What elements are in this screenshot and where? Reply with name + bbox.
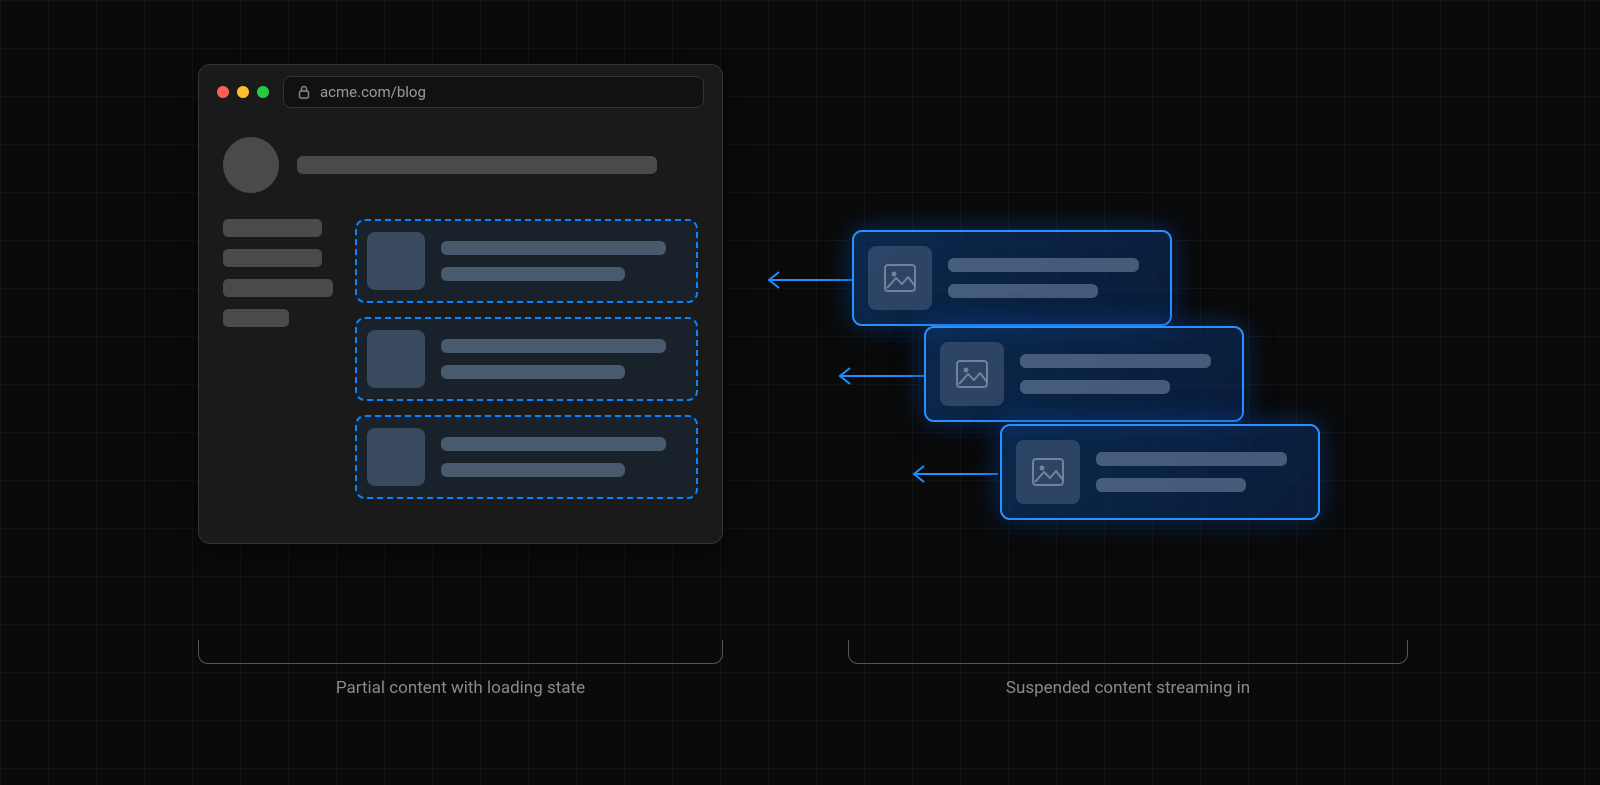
minimize-icon[interactable] bbox=[237, 86, 249, 98]
page-header-skeleton bbox=[223, 137, 698, 193]
text-lines-skeleton bbox=[1096, 452, 1304, 492]
text-lines-skeleton bbox=[1020, 354, 1228, 394]
fullscreen-icon[interactable] bbox=[257, 86, 269, 98]
loading-placeholder-card bbox=[355, 415, 698, 499]
traffic-lights bbox=[217, 86, 269, 98]
arrow-left-icon bbox=[765, 268, 855, 292]
thumbnail-skeleton bbox=[367, 232, 425, 290]
lock-icon bbox=[298, 85, 310, 99]
image-icon bbox=[940, 342, 1004, 406]
avatar-skeleton bbox=[223, 137, 279, 193]
streaming-content-card bbox=[1000, 424, 1320, 520]
titlebar: acme.com/blog bbox=[199, 65, 722, 119]
line-skeleton bbox=[441, 463, 625, 477]
address-bar[interactable]: acme.com/blog bbox=[283, 76, 704, 108]
line-skeleton bbox=[948, 284, 1098, 298]
text-lines-skeleton bbox=[441, 241, 686, 281]
url-text: acme.com/blog bbox=[320, 83, 426, 101]
sidebar-line-skeleton bbox=[223, 279, 333, 297]
text-lines-skeleton bbox=[441, 437, 686, 477]
streaming-cards-stage bbox=[848, 230, 1408, 550]
diagram-canvas: acme.com/blog bbox=[0, 0, 1600, 785]
line-skeleton bbox=[948, 258, 1139, 272]
thumbnail-skeleton bbox=[367, 428, 425, 486]
bracket-icon bbox=[198, 640, 723, 664]
sidebar-skeleton bbox=[223, 219, 333, 499]
line-skeleton bbox=[441, 241, 666, 255]
title-skeleton bbox=[297, 156, 657, 174]
streaming-content-card bbox=[924, 326, 1244, 422]
sidebar-line-skeleton bbox=[223, 309, 289, 327]
caption-right: Suspended content streaming in bbox=[848, 640, 1408, 698]
line-skeleton bbox=[1096, 452, 1287, 466]
thumbnail-skeleton bbox=[367, 330, 425, 388]
streaming-content-card bbox=[852, 230, 1172, 326]
caption-left: Partial content with loading state bbox=[198, 640, 723, 698]
bracket-icon bbox=[848, 640, 1408, 664]
text-lines-skeleton bbox=[441, 339, 686, 379]
line-skeleton bbox=[1020, 380, 1170, 394]
image-icon bbox=[1016, 440, 1080, 504]
loading-placeholder-card bbox=[355, 219, 698, 303]
caption-text-right: Suspended content streaming in bbox=[848, 678, 1408, 698]
line-skeleton bbox=[1020, 354, 1211, 368]
close-icon[interactable] bbox=[217, 86, 229, 98]
loading-placeholder-card bbox=[355, 317, 698, 401]
image-icon bbox=[868, 246, 932, 310]
sidebar-line-skeleton bbox=[223, 249, 322, 267]
loading-cards-column bbox=[355, 219, 698, 499]
text-lines-skeleton bbox=[948, 258, 1156, 298]
line-skeleton bbox=[441, 339, 666, 353]
sidebar-line-skeleton bbox=[223, 219, 322, 237]
browser-window: acme.com/blog bbox=[198, 64, 723, 544]
page-body bbox=[199, 119, 722, 517]
content-row bbox=[223, 219, 698, 499]
line-skeleton bbox=[441, 437, 666, 451]
line-skeleton bbox=[441, 365, 625, 379]
line-skeleton bbox=[441, 267, 625, 281]
line-skeleton bbox=[1096, 478, 1246, 492]
caption-text-left: Partial content with loading state bbox=[198, 678, 723, 698]
